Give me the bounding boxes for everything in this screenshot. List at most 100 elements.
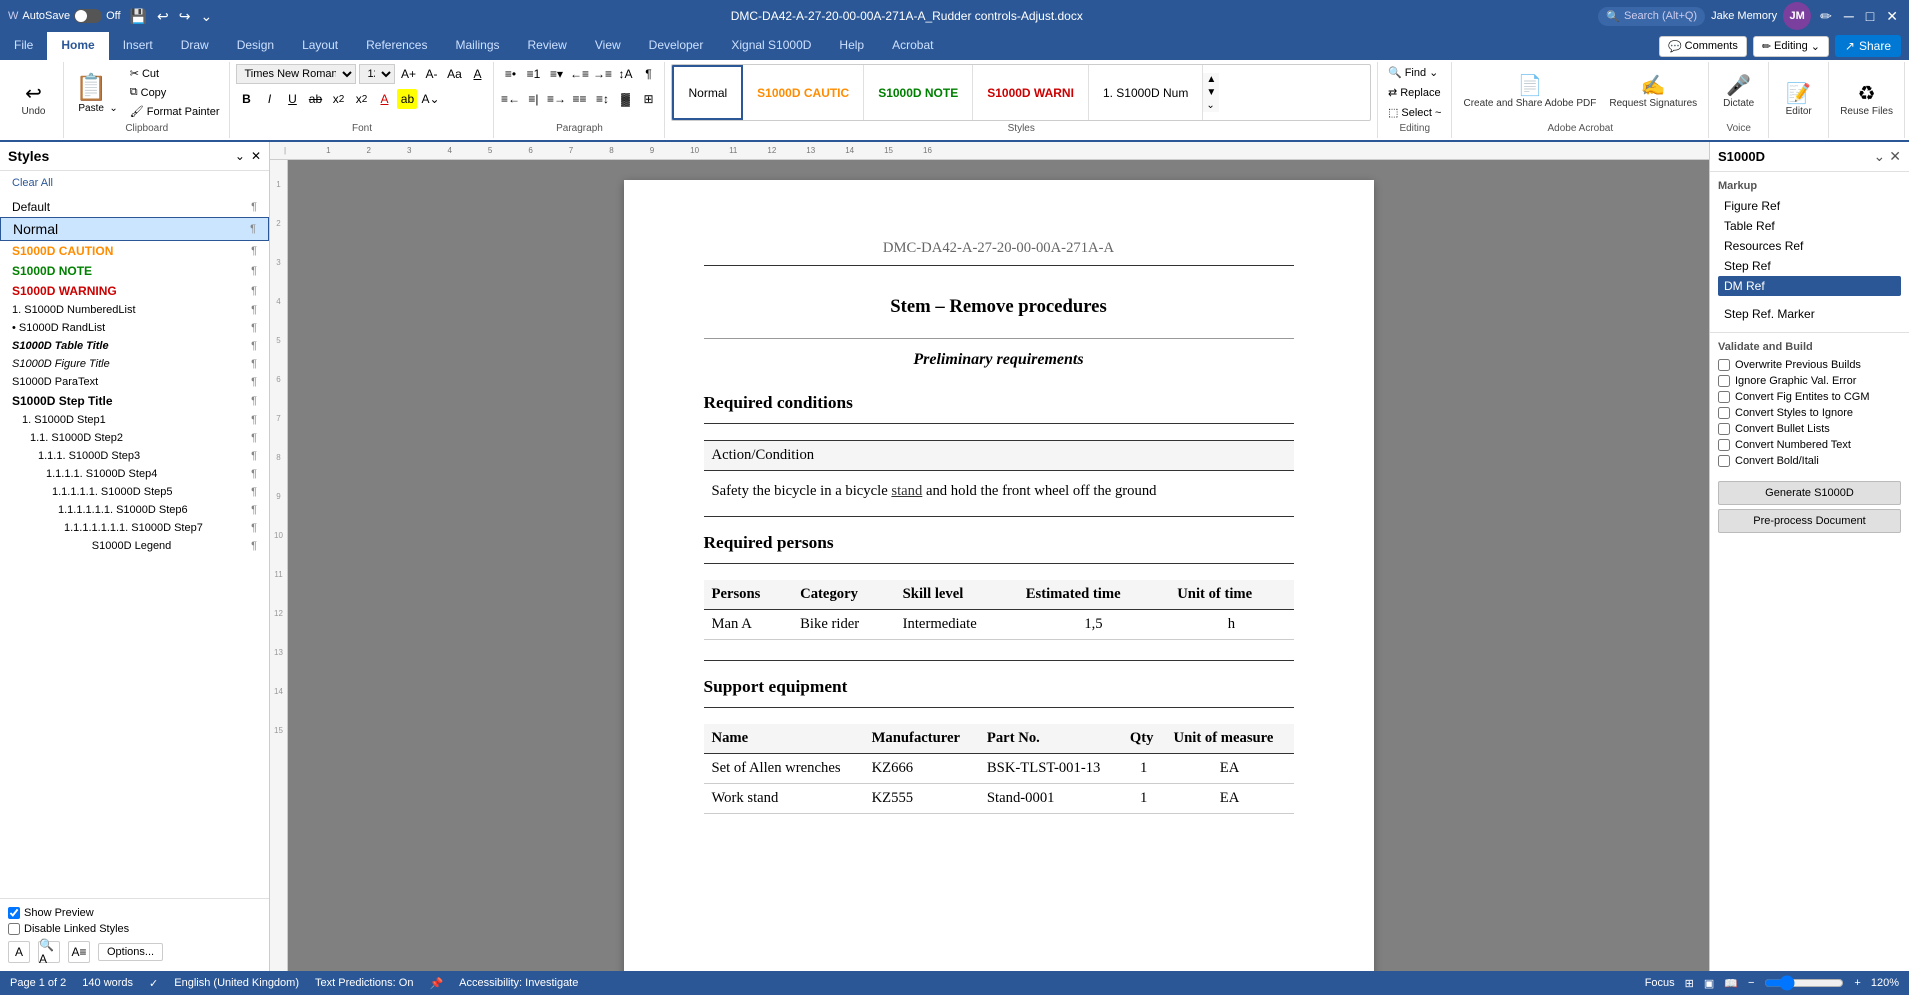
style-numlist-btn[interactable]: 1. S1000D Num — [1089, 65, 1203, 120]
style-note-btn[interactable]: S1000D NOTE — [864, 65, 973, 120]
style-item-step7[interactable]: 1.1.1.1.1.1.1. S1000D Step7 ¶ — [0, 519, 269, 537]
ribbon-tab-insert[interactable]: Insert — [109, 32, 167, 60]
ribbon-tab-acrobat[interactable]: Acrobat — [878, 32, 947, 60]
new-style-btn[interactable]: A — [8, 941, 30, 963]
spelling-icon[interactable]: ✓ — [149, 977, 158, 990]
markup-resources-ref[interactable]: Resources Ref — [1718, 236, 1901, 256]
styles-panel-close[interactable]: ✕ — [251, 149, 261, 163]
restore-btn[interactable]: □ — [1863, 6, 1877, 26]
style-caution-btn[interactable]: S1000D CAUTIC — [743, 65, 864, 120]
styles-scroll-arrows[interactable]: ▲ ▼ ⌄ — [1203, 73, 1219, 112]
ribbon-tab-design[interactable]: Design — [223, 32, 288, 60]
ribbon-tab-xignal-s1000d[interactable]: Xignal S1000D — [717, 32, 825, 60]
zoom-in-icon[interactable]: + — [1854, 977, 1860, 989]
styles-expand-arrow[interactable]: ⌄ — [1203, 99, 1219, 112]
create-share-pdf-btn[interactable]: 📄 Create and Share Adobe PDF — [1458, 73, 1601, 112]
doc-title[interactable]: Stem – Remove procedures — [704, 296, 1294, 318]
search-placeholder[interactable]: Search (Alt+Q) — [1624, 10, 1697, 22]
document-wrapper[interactable]: DMC-DA42-A-27-20-00-00A-271A-A Stem – Re… — [288, 160, 1709, 971]
convert-numbered-label[interactable]: Convert Numbered Text — [1718, 439, 1901, 451]
markup-table-ref[interactable]: Table Ref — [1718, 216, 1901, 236]
convert-bullet-checkbox[interactable] — [1718, 423, 1730, 435]
style-item-step5[interactable]: 1.1.1.1.1. S1000D Step5 ¶ — [0, 483, 269, 501]
convert-bullet-label[interactable]: Convert Bullet Lists — [1718, 423, 1901, 435]
ribbon-tab-help[interactable]: Help — [825, 32, 878, 60]
markup-dm-ref[interactable]: DM Ref — [1718, 276, 1901, 296]
numbering-btn[interactable]: ≡1 — [523, 64, 543, 84]
convert-fig-label[interactable]: Convert Fig Entites to CGM — [1718, 391, 1901, 403]
overwrite-builds-label[interactable]: Overwrite Previous Builds — [1718, 359, 1901, 371]
generate-btn[interactable]: Generate S1000D — [1718, 481, 1901, 505]
section3-title[interactable]: Support equipment — [704, 677, 1294, 697]
borders-btn[interactable]: ⊞ — [638, 89, 658, 109]
action-text[interactable]: Safety the bicycle in a bicycle stand an… — [704, 477, 1294, 506]
align-center-btn[interactable]: ≡| — [523, 89, 543, 109]
strikethrough-btn[interactable]: ab — [305, 89, 325, 109]
options-button[interactable]: Options... — [98, 943, 163, 961]
style-item-numberedlist[interactable]: 1. S1000D NumberedList ¶ — [0, 301, 269, 319]
zoom-out-icon[interactable]: − — [1748, 977, 1754, 989]
overwrite-builds-checkbox[interactable] — [1718, 359, 1730, 371]
ribbon-tab-references[interactable]: References — [352, 32, 441, 60]
pen-icon[interactable]: ✏ — [1817, 6, 1835, 27]
rp-close-btn[interactable]: ✕ — [1889, 148, 1901, 165]
redo-icon[interactable]: ↪ — [176, 6, 194, 27]
font-case-btn[interactable]: Aa — [444, 64, 464, 84]
ignore-graphic-checkbox[interactable] — [1718, 375, 1730, 387]
show-preview-label[interactable]: Show Preview — [8, 907, 261, 919]
style-item-note[interactable]: S1000D NOTE ¶ — [0, 261, 269, 281]
font-clear-btn[interactable]: A — [467, 64, 487, 84]
share-button[interactable]: ↗ Share — [1835, 35, 1901, 57]
style-inspector-btn[interactable]: 🔍A — [38, 941, 60, 963]
find-dropdown[interactable]: ⌄ — [1429, 66, 1438, 79]
preprocess-btn[interactable]: Pre-process Document — [1718, 509, 1901, 533]
ribbon-tab-review[interactable]: Review — [514, 32, 581, 60]
style-item-tabletitle[interactable]: S1000D Table Title ¶ — [0, 337, 269, 355]
ribbon-tab-mailings[interactable]: Mailings — [441, 32, 513, 60]
decrease-indent-btn[interactable]: ←≡ — [569, 64, 589, 84]
paste-button[interactable]: 📋 Paste ⌄ — [70, 69, 123, 117]
markup-step-ref[interactable]: Step Ref — [1718, 256, 1901, 276]
font-size-select[interactable]: 12 — [359, 64, 395, 84]
style-item-default[interactable]: Default ¶ — [0, 197, 269, 217]
page-layout-icon[interactable]: ⊞ — [1685, 977, 1694, 990]
bullets-btn[interactable]: ≡• — [500, 64, 520, 84]
dictate-btn[interactable]: 🎤 Dictate — [1718, 73, 1759, 112]
styles-up-arrow[interactable]: ▲ — [1203, 73, 1219, 86]
editor-btn[interactable]: 📝 Editor — [1781, 81, 1817, 120]
align-left-btn[interactable]: ≡← — [500, 89, 520, 109]
highlight-btn[interactable]: ab — [397, 89, 417, 109]
styles-down-arrow[interactable]: ▼ — [1203, 86, 1219, 99]
read-mode-icon[interactable]: 📖 — [1724, 977, 1738, 990]
minimize-btn[interactable]: ─ — [1841, 6, 1857, 26]
select-button[interactable]: ⬚ Select ~ — [1384, 104, 1445, 121]
show-preview-checkbox[interactable] — [8, 907, 20, 919]
font-shrink-btn[interactable]: A- — [421, 64, 441, 84]
undo-button[interactable]: ↩Undo — [16, 81, 52, 120]
shading-btn[interactable]: ▓ — [615, 89, 635, 109]
style-item-warning[interactable]: S1000D WARNING ¶ — [0, 281, 269, 301]
style-item-step1[interactable]: 1. S1000D Step1 ¶ — [0, 411, 269, 429]
style-item-step4[interactable]: 1.1.1.1. S1000D Step4 ¶ — [0, 465, 269, 483]
italic-btn[interactable]: I — [259, 89, 279, 109]
sort-btn[interactable]: ↕A — [615, 64, 635, 84]
copy-button[interactable]: ⧉ Copy — [126, 84, 224, 101]
multilevel-btn[interactable]: ≡▾ — [546, 64, 566, 84]
disable-linked-label[interactable]: Disable Linked Styles — [8, 923, 261, 935]
ribbon-tab-view[interactable]: View — [581, 32, 635, 60]
convert-bold-checkbox[interactable] — [1718, 455, 1730, 467]
increase-indent-btn[interactable]: →≡ — [592, 64, 612, 84]
markup-step-ref-marker[interactable]: Step Ref. Marker — [1718, 304, 1901, 324]
paste-dropdown[interactable]: ⌄ — [109, 103, 117, 114]
font-grow-btn[interactable]: A+ — [398, 64, 418, 84]
styles-panel-collapse[interactable]: ⌄ — [235, 149, 245, 163]
request-signatures-btn[interactable]: ✍ Request Signatures — [1604, 73, 1702, 112]
search-box-label[interactable]: 🔍 — [1606, 10, 1620, 23]
style-item-figtitle[interactable]: S1000D Figure Title ¶ — [0, 355, 269, 373]
doc-subtitle[interactable]: Preliminary requirements — [704, 351, 1294, 369]
line-spacing-btn[interactable]: ≡↕ — [592, 89, 612, 109]
style-item-step3[interactable]: 1.1.1. S1000D Step3 ¶ — [0, 447, 269, 465]
comments-button[interactable]: 💬 Comments — [1659, 36, 1747, 57]
accessibility[interactable]: Accessibility: Investigate — [459, 977, 578, 989]
style-item-paratext[interactable]: S1000D ParaText ¶ — [0, 373, 269, 391]
